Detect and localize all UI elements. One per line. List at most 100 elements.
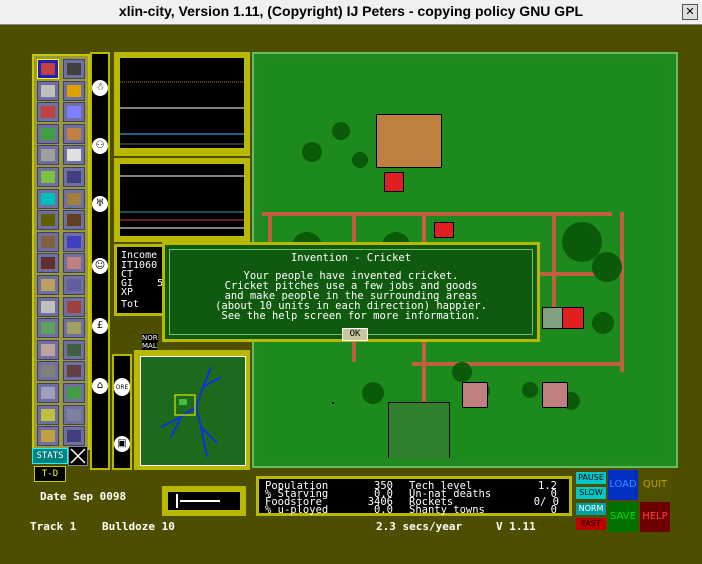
population-graph <box>114 52 250 156</box>
norm-button[interactable]: NORM <box>576 503 606 515</box>
tree-14 <box>522 382 538 398</box>
coal-icon <box>67 279 81 291</box>
tool-market-button[interactable] <box>63 80 85 101</box>
tool-sports-button[interactable] <box>63 404 85 425</box>
worker-icon[interactable]: ☺ <box>92 258 108 274</box>
blacksmith-icon <box>67 365 81 378</box>
tool-monument-button[interactable] <box>63 383 85 403</box>
road-icon <box>41 235 55 248</box>
residence-3 <box>562 307 584 329</box>
tool-tree-button[interactable] <box>37 210 59 231</box>
tool-rail-button[interactable] <box>63 145 85 166</box>
tool-power-button[interactable] <box>37 80 59 101</box>
speed-gauge <box>162 486 246 516</box>
td-button[interactable]: T-D <box>34 466 66 482</box>
food-icon[interactable]: ♅ <box>92 196 108 212</box>
help-button[interactable]: HELP <box>640 502 670 532</box>
tool-recycle-button[interactable] <box>63 188 85 209</box>
ok-button[interactable]: OK <box>342 328 368 341</box>
finance-total: Tot <box>121 299 140 310</box>
close-icon[interactable]: ✕ <box>682 4 698 20</box>
tool-query-button[interactable] <box>63 253 85 274</box>
tool-mine-button[interactable] <box>63 318 85 339</box>
tool-commerce-button[interactable] <box>37 102 59 123</box>
tool-shanty-button[interactable] <box>37 426 59 447</box>
tree-6 <box>592 252 622 282</box>
fast-button[interactable]: FAST <box>576 518 606 530</box>
tool-industry-light-button[interactable] <box>37 296 59 317</box>
tool-help-button[interactable] <box>63 426 85 447</box>
tool-mill-button[interactable] <box>37 383 59 403</box>
tool-health-button[interactable] <box>37 123 59 144</box>
tool-university-button[interactable] <box>63 102 85 123</box>
unemployed-value: 0.0 <box>374 504 393 516</box>
speed-display: 2.3 secs/year <box>376 520 463 533</box>
tool-residential-button[interactable] <box>37 59 59 79</box>
sport-icon[interactable]: ⚇ <box>92 138 108 154</box>
indicator-strip-2 <box>112 354 132 470</box>
tool-blacksmith-button[interactable] <box>63 361 85 382</box>
house-2 <box>434 222 454 238</box>
port-icon <box>41 343 55 356</box>
city-stats: Population 350 % Starving 0.0 Foodstore … <box>256 476 572 516</box>
cursor-icon[interactable] <box>68 446 88 466</box>
tool-bulldoze-button[interactable] <box>37 253 59 274</box>
tool-school-button[interactable] <box>37 167 59 187</box>
tool-industry-heavy-button[interactable] <box>63 296 85 317</box>
tool-farm-button[interactable] <box>37 145 59 166</box>
tool-windmill-button[interactable] <box>37 404 59 425</box>
tool-wind-button[interactable] <box>37 275 59 295</box>
tree-icon <box>41 214 55 227</box>
load-button[interactable]: LOAD <box>608 470 638 500</box>
mode-mal[interactable]: MAL <box>142 342 157 350</box>
ore-mine <box>388 402 450 458</box>
road-h3 <box>412 362 622 366</box>
finance-line-4: XP <box>121 287 134 298</box>
people-icon[interactable]: ☃ <box>92 80 108 96</box>
tool-substation-button[interactable] <box>63 210 85 231</box>
pause-button[interactable]: PAUSE <box>576 472 606 484</box>
quit-button[interactable]: QUIT <box>640 470 670 500</box>
road-h1 <box>262 212 612 216</box>
industry-light-icon <box>41 300 55 313</box>
pottery-2 <box>542 382 568 408</box>
stats-toggle-button[interactable]: STATS <box>32 448 68 464</box>
stats-label: STATS <box>36 451 64 461</box>
goods-icon[interactable]: ▣ <box>114 436 130 452</box>
tool-coal-button[interactable] <box>63 275 85 295</box>
tool-pottery-button[interactable] <box>37 361 59 382</box>
house-icon[interactable]: ⌂ <box>92 378 108 394</box>
road-v4 <box>552 212 556 312</box>
tool-park-button[interactable] <box>63 167 85 187</box>
university-icon <box>67 106 81 119</box>
substation-icon <box>67 214 81 227</box>
minimap-frame <box>134 350 250 470</box>
minimap[interactable] <box>140 356 246 466</box>
tool-road-button[interactable] <box>37 231 59 252</box>
mode-nor[interactable]: NOR <box>142 334 158 342</box>
tool-rocket-button[interactable] <box>63 339 85 360</box>
water-icon <box>67 235 81 248</box>
mine-icon <box>67 322 81 335</box>
tool-port-button[interactable] <box>37 339 59 360</box>
save-button[interactable]: SAVE <box>608 502 638 532</box>
gauge-needle <box>180 500 220 502</box>
school-icon <box>41 171 55 183</box>
version-display: V 1.11 <box>496 520 536 533</box>
tool-organic-button[interactable] <box>37 318 59 339</box>
transport-icon <box>67 63 81 75</box>
power-icon <box>41 84 55 97</box>
windmill-icon <box>41 408 55 421</box>
unemployed-label: % u-ployed <box>265 504 329 516</box>
tool-tip-button[interactable] <box>37 188 59 209</box>
money-icon[interactable]: £ <box>92 318 108 334</box>
organic-icon <box>41 322 55 335</box>
tool-transport-button[interactable] <box>63 59 85 79</box>
slow-button[interactable]: SLOW <box>576 487 606 499</box>
mill-icon <box>41 387 55 399</box>
shanty-icon <box>41 430 55 443</box>
date-display: Date Sep 0098 <box>40 490 127 503</box>
tool-fire-button[interactable] <box>63 123 85 144</box>
pottery-icon <box>41 365 55 378</box>
tool-water-button[interactable] <box>63 231 85 252</box>
